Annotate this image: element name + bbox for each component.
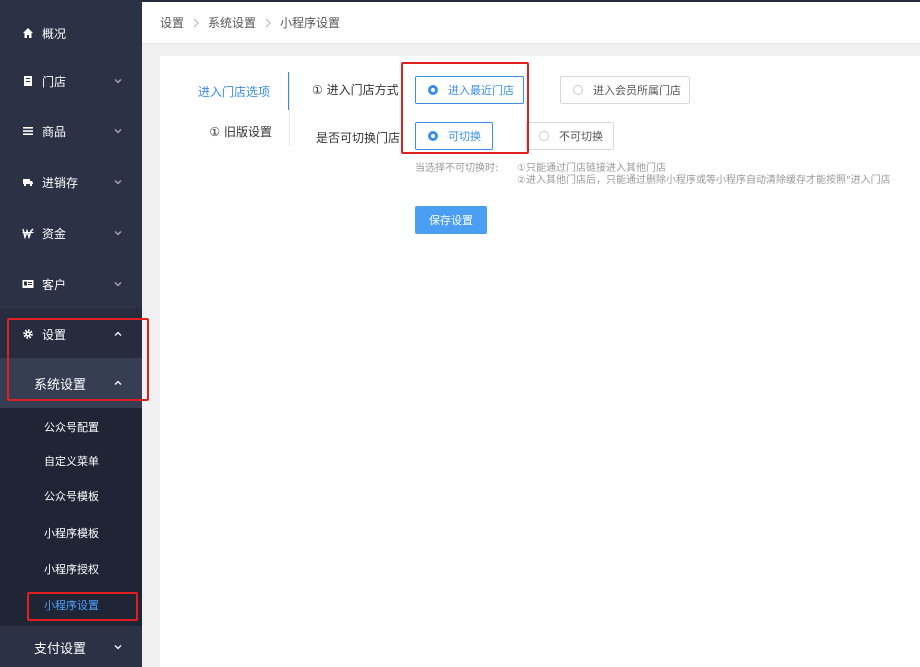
- list-icon: [22, 125, 34, 137]
- sidebar-subitem-miniprogram-template[interactable]: 小程序模板: [0, 518, 142, 548]
- sidebar-item-goods[interactable]: 商品: [0, 106, 142, 156]
- chevron-down-icon: [114, 282, 122, 287]
- switchable-label: 是否可切换门店: [316, 131, 401, 145]
- radio-dot-icon: [428, 85, 438, 95]
- radio-dot-icon: [539, 131, 549, 141]
- sidebar-item-label: 门店: [42, 74, 67, 89]
- sidebar-item-store[interactable]: 门店: [0, 56, 142, 106]
- sidebar-item-inventory[interactable]: 进销存: [0, 157, 142, 207]
- sidebar-subitem-miniprogram-auth[interactable]: 小程序授权: [0, 554, 142, 584]
- breadcrumb-miniprogram-settings: 小程序设置: [280, 16, 341, 30]
- breadcrumb: 设置 系统设置 小程序设置: [142, 2, 920, 44]
- sidebar-item-label: 概况: [42, 26, 67, 41]
- breadcrumb-system-settings[interactable]: 系统设置: [208, 14, 256, 31]
- hint-line-2: ②进入其他门店后，只能通过删除小程序或等小程序自动清除缓存才能按照"进入门店: [517, 175, 891, 186]
- radio-not-switchable[interactable]: 不可切换: [526, 122, 614, 150]
- hint-prefix: 当选择不可切换时:: [415, 163, 499, 174]
- settings-panel: 进入门店选项 ① 旧版设置 ① 进入门店方式 进入最近门店 进入会员所属门店 是…: [160, 56, 920, 667]
- home-icon: [22, 27, 34, 39]
- vertical-tabs: 进入门店选项 ① 旧版设置: [160, 72, 290, 204]
- radio-label: 可切换: [448, 130, 481, 143]
- sidebar-subitem-official-account-config[interactable]: 公众号配置: [0, 412, 142, 442]
- sidebar-subitem-official-account-template[interactable]: 公众号模板: [0, 481, 142, 511]
- chevron-down-icon: [114, 129, 122, 134]
- sidebar: 概况 门店 商品 进销存 资金 客户 设置 系统设置 公众号配置 自定义菜单 公…: [0, 0, 142, 667]
- sidebar-item-settings[interactable]: 设置: [0, 309, 142, 359]
- radio-switchable[interactable]: 可切换: [415, 122, 493, 150]
- sidebar-item-payment-settings[interactable]: 支付设置: [0, 627, 142, 667]
- won-icon: [22, 227, 34, 239]
- sidebar-item-system-settings[interactable]: 系统设置: [0, 358, 142, 408]
- chevron-down-icon: [114, 79, 122, 84]
- truck-icon: [22, 176, 34, 188]
- system-settings-submenu: 公众号配置 自定义菜单 公众号模板 小程序模板 小程序授权 小程序设置: [0, 408, 142, 626]
- tab-legacy-settings[interactable]: ① 旧版设置: [160, 112, 290, 150]
- sidebar-item-label: 支付设置: [34, 641, 87, 657]
- radio-label: 进入最近门店: [448, 84, 514, 97]
- sidebar-item-overview[interactable]: 概况: [0, 8, 142, 58]
- radio-label: 不可切换: [559, 130, 603, 143]
- breadcrumb-settings[interactable]: 设置: [160, 14, 184, 31]
- sidebar-item-customers[interactable]: 客户: [0, 259, 142, 309]
- store-icon: [22, 75, 34, 87]
- sidebar-item-label: 设置: [42, 327, 67, 342]
- sidebar-subitem-custom-menu[interactable]: 自定义菜单: [0, 446, 142, 476]
- radio-label: 进入会员所属门店: [593, 84, 681, 97]
- chevron-right-icon: [192, 18, 200, 28]
- id-card-icon: [22, 278, 34, 290]
- radio-dot-icon: [573, 85, 583, 95]
- sidebar-subitem-miniprogram-settings[interactable]: 小程序设置: [0, 590, 142, 620]
- sidebar-item-label: 进销存: [42, 175, 79, 190]
- save-settings-button[interactable]: 保存设置: [415, 206, 487, 234]
- gear-icon: [22, 328, 34, 340]
- chevron-up-icon: [114, 380, 122, 385]
- chevron-up-icon: [114, 331, 122, 336]
- tab-divider: [289, 72, 290, 146]
- tab-store-entry-options[interactable]: 进入门店选项: [160, 72, 290, 110]
- chevron-right-icon: [264, 18, 272, 28]
- chevron-down-icon: [114, 645, 122, 650]
- sidebar-item-label: 系统设置: [34, 377, 87, 393]
- sidebar-item-label: 资金: [42, 226, 67, 241]
- radio-member-store[interactable]: 进入会员所属门店: [560, 76, 690, 104]
- chevron-down-icon: [114, 180, 122, 185]
- chevron-down-icon: [114, 231, 122, 236]
- sidebar-item-label: 商品: [42, 124, 67, 139]
- entry-mode-label: ① 进入门店方式: [312, 83, 399, 97]
- radio-dot-icon: [428, 131, 438, 141]
- sidebar-item-funds[interactable]: 资金: [0, 208, 142, 258]
- radio-nearest-store[interactable]: 进入最近门店: [415, 76, 524, 104]
- sidebar-item-label: 客户: [42, 277, 67, 292]
